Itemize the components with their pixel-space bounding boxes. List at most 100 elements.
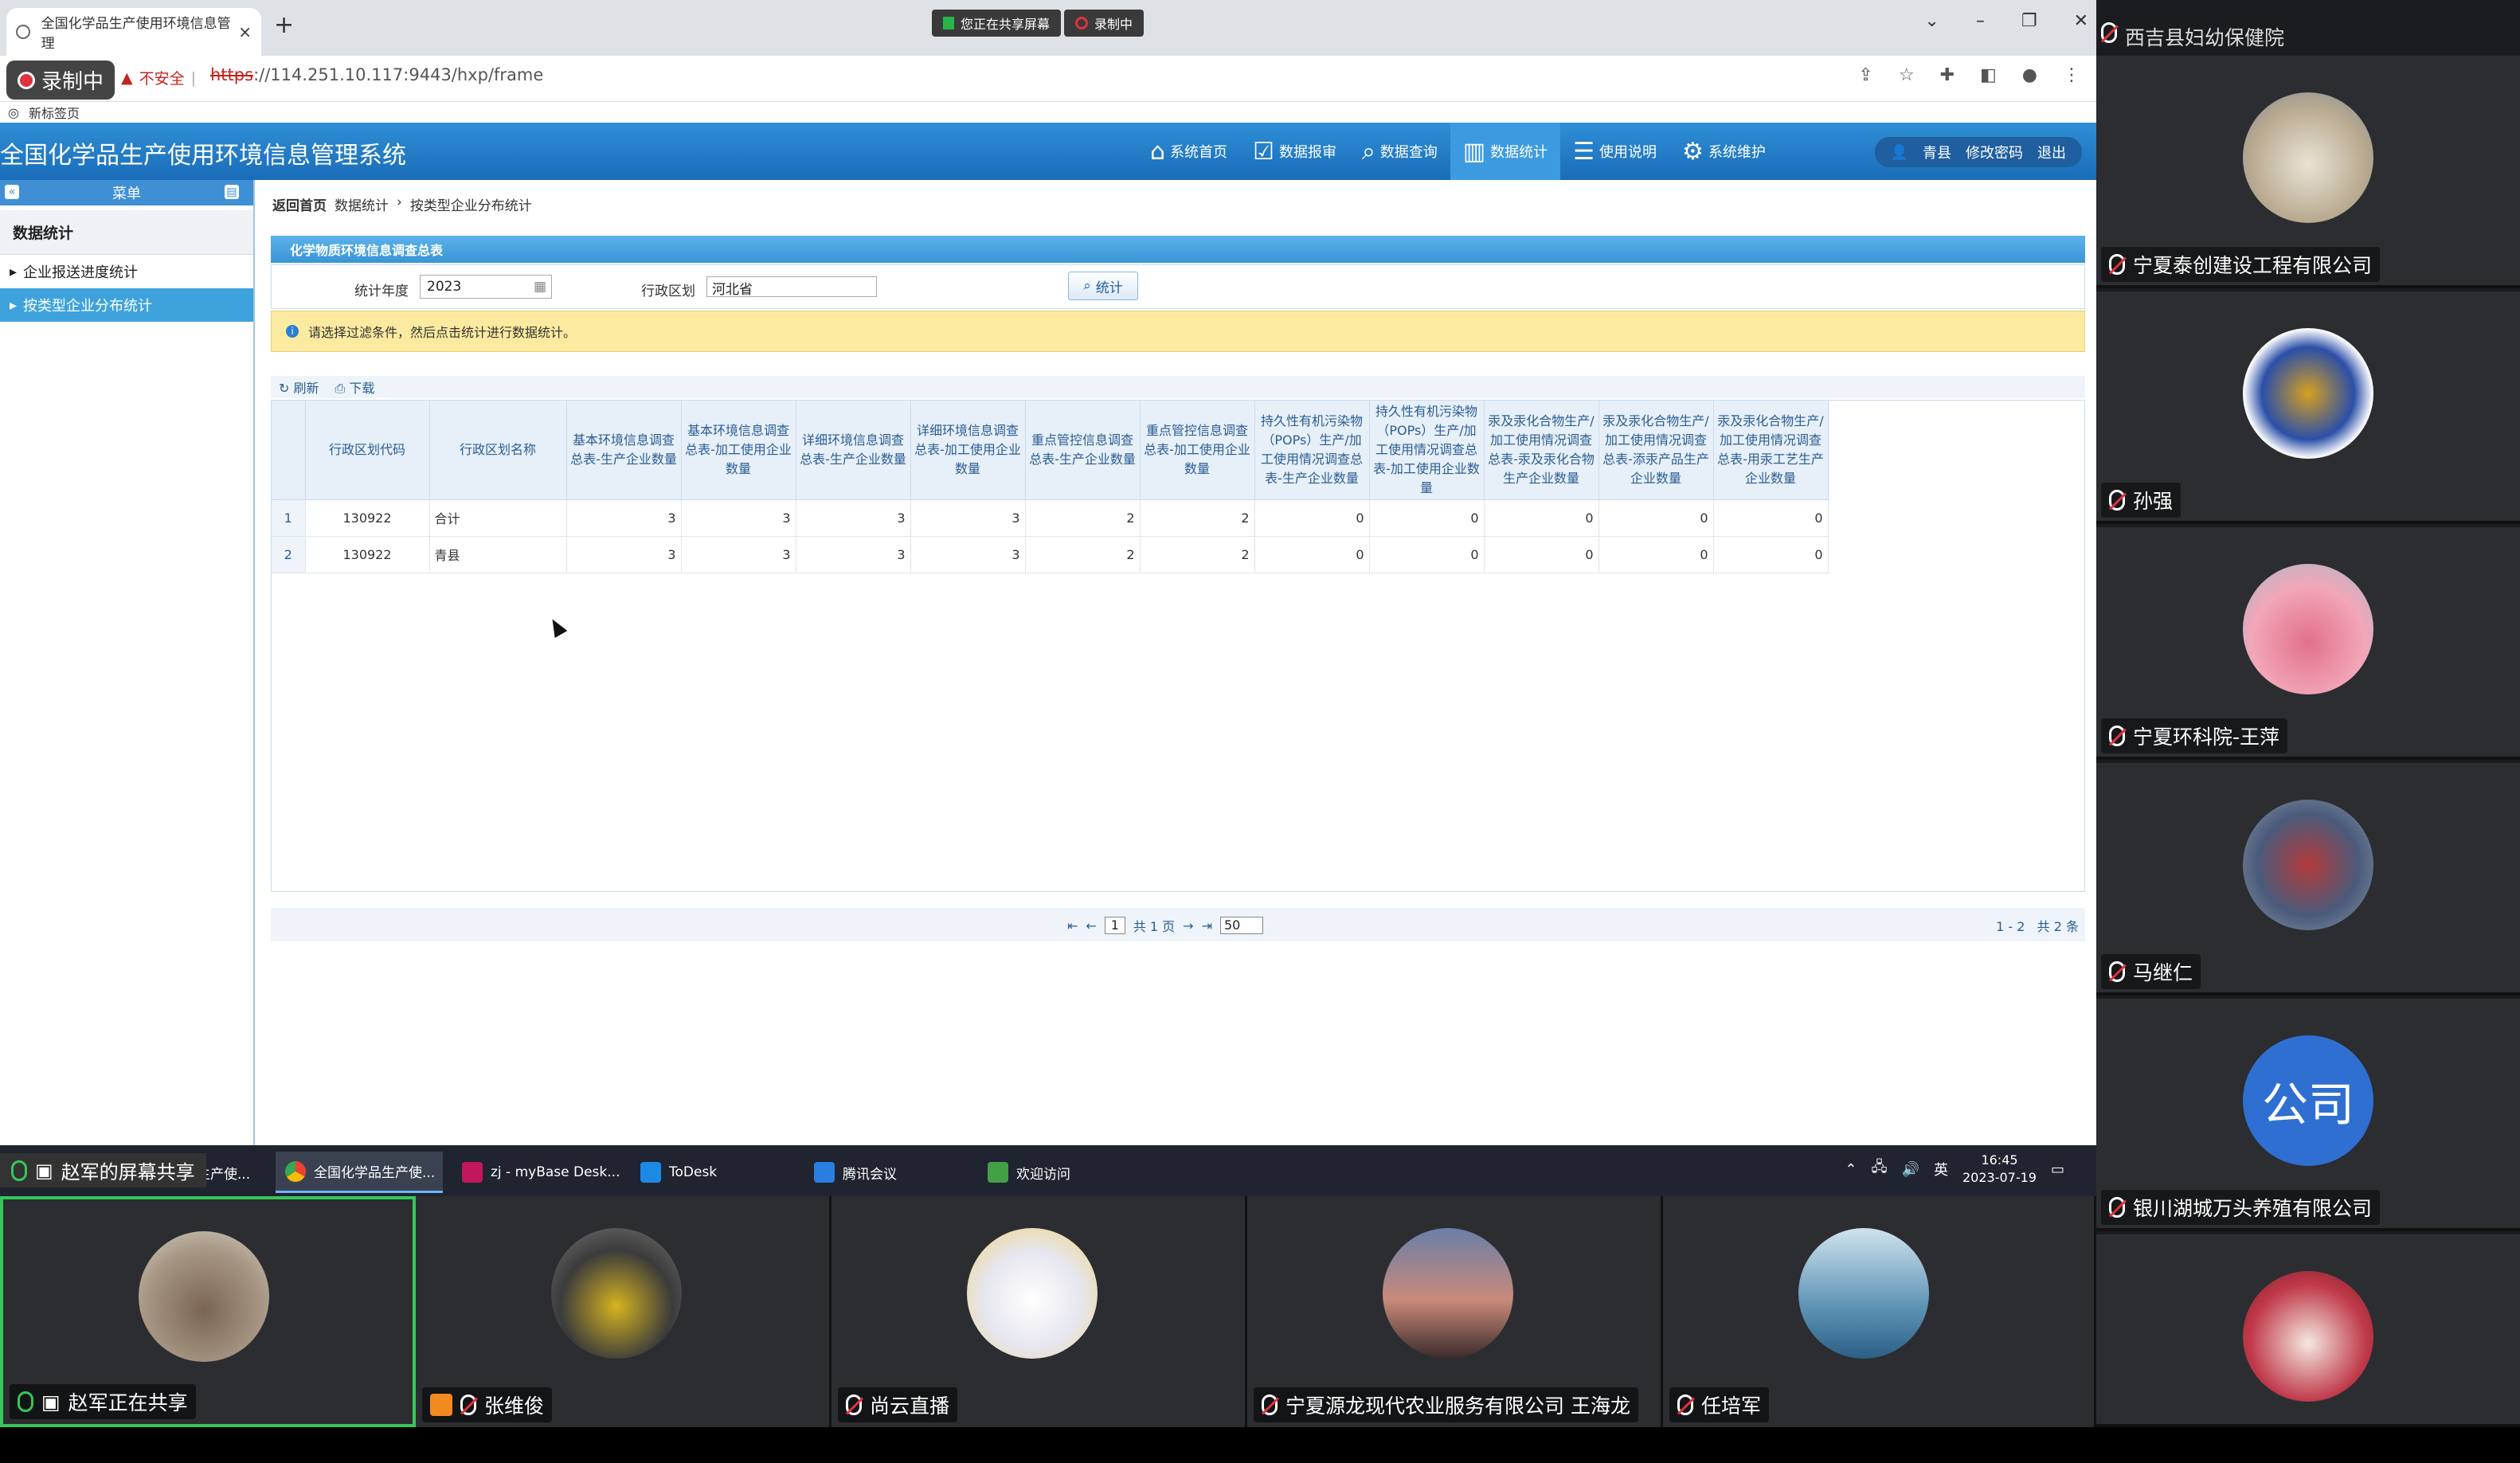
security-indicator[interactable]: ▲ 不安全 | (121, 67, 196, 88)
participant-tile[interactable]: 宁夏环科院-王萍 (2096, 527, 2520, 760)
mic-muted-icon (1262, 1395, 1278, 1415)
nav-manual[interactable]: ☰ 使用说明 (1560, 123, 1669, 180)
url-field[interactable]: https://114.251.10.117:9443/hxp/frame (210, 65, 543, 84)
window-controls: ⌄ – ❐ ✕ (1924, 11, 2088, 31)
column-header[interactable]: 重点管控信息调查总表-加工使用企业数量 (1140, 401, 1255, 500)
clock[interactable]: 16:45 2023-07-19 (1962, 1152, 2037, 1187)
column-header[interactable]: 汞及汞化合物生产/加工使用情况调查总表-用汞工艺生产企业数量 (1713, 401, 1829, 500)
bookmark-newtab[interactable]: 新标签页 (29, 103, 80, 122)
prev-page-icon[interactable]: ← (1086, 918, 1096, 933)
user-name[interactable]: 青县 (1923, 142, 1951, 162)
mic-muted-icon (2109, 254, 2125, 275)
change-password-link[interactable]: 修改密码 (1966, 142, 2023, 162)
taskbar-item-chrome[interactable]: 全国化学品生产使... (276, 1152, 443, 1193)
cell-value: 0 (1598, 499, 1714, 537)
nav-statistics[interactable]: ▥ 数据统计 (1450, 123, 1561, 180)
extension-icon[interactable]: ✚ (1940, 65, 1955, 85)
sharing-indicator[interactable]: 您正在共享屏幕 (932, 10, 1062, 37)
globe-icon (16, 25, 30, 39)
column-header[interactable]: 重点管控信息调查总表-生产企业数量 (1025, 401, 1141, 500)
menu-toggle-icon[interactable]: ▤ (225, 185, 239, 199)
logout-link[interactable]: 退出 (2037, 142, 2066, 162)
column-header[interactable]: 持久性有机污染物（POPs）生产/加工使用情况调查总表-加工使用企业数量 (1369, 401, 1485, 500)
recording-indicator[interactable]: 录制中 (1064, 10, 1145, 37)
participant-tile[interactable]: 马继仁 (2096, 763, 2520, 996)
globe-icon: ◎ (8, 104, 19, 120)
chevron-up-icon[interactable]: ⌃ (1845, 1161, 1857, 1178)
avatar (2243, 800, 2373, 930)
sidebar-item-progress[interactable]: ▸ 企业报送进度统计 (0, 255, 253, 288)
participant-tile[interactable]: 尚云直播 (832, 1196, 1247, 1427)
restore-icon[interactable]: ❐ (2021, 11, 2037, 31)
last-page-icon[interactable]: ⇥ (1202, 918, 1212, 933)
tab-search-icon[interactable]: ⌄ (1924, 11, 1939, 31)
page-size-select[interactable]: 50 (1219, 917, 1263, 934)
participant-tile[interactable]: 张维俊 (416, 1196, 832, 1427)
clipboard-check-icon: ☑ (1253, 137, 1274, 166)
nav-home[interactable]: ⌂ 系统首页 (1137, 123, 1240, 180)
participant-tile[interactable]: 宁夏泰创建设工程有限公司 (2096, 56, 2520, 288)
column-header[interactable]: 基本环境信息调查总表-生产企业数量 (566, 401, 682, 500)
table-row[interactable]: 1 130922 合计 3 3 3 3 2 2 0 0 0 0 0 (272, 499, 1829, 537)
taskbar-item-mybase[interactable]: zj - myBase Desk... (452, 1152, 628, 1193)
column-header[interactable]: 行政区划代码 (305, 401, 430, 500)
calendar-icon[interactable]: ▦ (534, 279, 546, 295)
table-row[interactable]: 2 130922 青县 3 3 3 3 2 2 0 0 0 0 0 (272, 536, 1829, 573)
sidepanel-icon[interactable]: ◧ (1980, 65, 1997, 85)
participant-tile[interactable]: 孙强 (2096, 291, 2520, 524)
nav-report[interactable]: ☑ 数据报审 (1240, 123, 1349, 180)
participant-name-top: 西吉县妇幼保健院 (2101, 22, 2284, 51)
nav-maintenance[interactable]: ⚙ 系统维护 (1669, 123, 1778, 180)
volume-icon[interactable]: 🔊 (1902, 1161, 1919, 1178)
taskbar-item-welcome[interactable]: 欢迎访问 (978, 1152, 1145, 1193)
pager-controls: ⇤ ← 1 共 1 页 → ⇥ 50 (1067, 916, 1263, 935)
share-icon[interactable]: ⇪ (1858, 65, 1872, 85)
grid-header-row: 行政区划代码 行政区划名称 基本环境信息调查总表-生产企业数量 基本环境信息调查… (272, 401, 1829, 500)
notification-icon[interactable]: ▭ (2051, 1161, 2064, 1178)
taskbar-item-todesk[interactable]: ToDesk (631, 1152, 798, 1193)
first-page-icon[interactable]: ⇤ (1067, 918, 1078, 933)
column-header[interactable]: 汞及汞化合物生产/加工使用情况调查总表-汞及汞化合物生产企业数量 (1484, 401, 1599, 500)
column-header[interactable]: 详细环境信息调查总表-生产企业数量 (796, 401, 911, 500)
screen-icon: ▣ (35, 1159, 53, 1182)
participant-tile[interactable]: 宁夏源龙现代农业服务有限公司 王海龙 (1247, 1196, 1663, 1427)
network-icon[interactable]: 🖧 (1872, 1157, 1888, 1181)
statistics-button[interactable]: ⌕ 统计 (1068, 272, 1138, 300)
column-header[interactable]: 汞及汞化合物生产/加工使用情况调查总表-添汞产品生产企业数量 (1598, 401, 1714, 500)
breadcrumb-level1[interactable]: 数据统计 (335, 194, 389, 214)
close-tab-icon[interactable]: × (238, 22, 252, 41)
mic-muted-icon (2101, 22, 2117, 43)
breadcrumb-home[interactable]: 返回首页 (272, 194, 327, 214)
refresh-button[interactable]: ↻ 刷新 (279, 377, 319, 397)
ime-indicator[interactable]: 英 (1934, 1159, 1948, 1179)
record-badge[interactable]: 录制中 (6, 61, 115, 100)
profile-icon[interactable]: ● (2022, 65, 2037, 85)
more-menu-icon[interactable]: ⋮ (2063, 65, 2080, 85)
cell-value: 0 (1254, 499, 1370, 537)
taskbar-item-meeting[interactable]: 腾讯会议 (804, 1152, 972, 1193)
participant-tile[interactable]: 公司 银川湖城万头养殖有限公司 (2096, 999, 2520, 1231)
nav-query[interactable]: ⌕ 数据查询 (1349, 123, 1450, 180)
search-icon: ⌕ (1083, 278, 1091, 294)
participant-tile[interactable]: ▣ 赵军正在共享 (0, 1196, 416, 1427)
column-header[interactable]: 持久性有机污染物（POPs）生产/加工使用情况调查总表-生产企业数量 (1254, 401, 1370, 500)
new-tab-button[interactable]: + (274, 11, 294, 39)
star-icon[interactable]: ☆ (1899, 65, 1915, 85)
participant-tile[interactable] (2096, 1234, 2520, 1427)
browser-tab[interactable]: 全国化学品生产使用环境信息管理 × (6, 8, 261, 56)
region-input[interactable]: 河北省 (706, 276, 877, 298)
minimize-icon[interactable]: – (1976, 11, 1985, 31)
participant-tile[interactable]: 任培军 (1663, 1196, 2096, 1427)
download-button[interactable]: ⎙ 下载 (335, 377, 375, 397)
column-header[interactable]: 基本环境信息调查总表-加工使用企业数量 (681, 401, 796, 500)
close-window-icon[interactable]: ✕ (2074, 11, 2088, 31)
page-input[interactable]: 1 (1104, 917, 1125, 934)
collapse-icon[interactable]: « (5, 185, 19, 199)
sidebar-section[interactable]: 数据统计 (0, 210, 253, 255)
sidebar-item-type-distribution[interactable]: ▸ 按类型企业分布统计 (0, 288, 253, 322)
column-header[interactable]: 详细环境信息调查总表-加工使用企业数量 (910, 401, 1026, 500)
column-header[interactable]: 行政区划名称 (429, 401, 567, 500)
year-input[interactable]: 2023 ▦ (420, 275, 552, 299)
record-icon (1075, 17, 1089, 29)
next-page-icon[interactable]: → (1183, 918, 1193, 933)
